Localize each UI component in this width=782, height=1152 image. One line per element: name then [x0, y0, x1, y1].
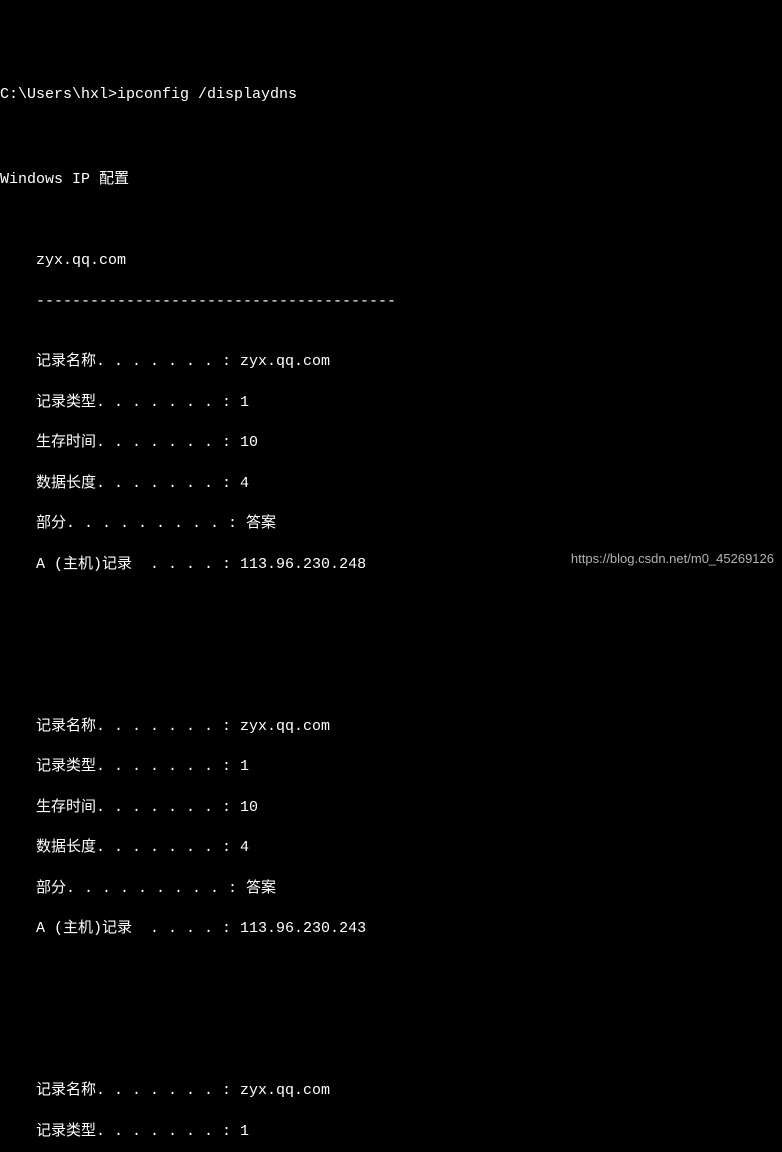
label-record-name: 记录名称. . . . . . . : — [36, 1082, 231, 1099]
dns-record-row: A (主机)记录 . . . . : 113.96.230.243 — [0, 919, 782, 939]
windows-ip-config-header: Windows IP 配置 — [0, 170, 782, 190]
command-prompt-line[interactable]: C:\Users\hxl>ipconfig /displaydns — [0, 85, 782, 105]
value-section: 答案 — [246, 515, 276, 532]
value-record-name: zyx.qq.com — [240, 1082, 330, 1099]
value-ttl: 10 — [240, 799, 258, 816]
label-ttl: 生存时间. . . . . . . : — [36, 434, 231, 451]
dns-hostname: zyx.qq.com — [0, 251, 782, 271]
label-data-len: 数据长度. . . . . . . : — [36, 839, 231, 856]
value-section: 答案 — [246, 880, 276, 897]
dns-record-row: 记录名称. . . . . . . : zyx.qq.com — [0, 352, 782, 372]
value-record-type: 1 — [240, 394, 249, 411]
label-ttl: 生存时间. . . . . . . : — [36, 799, 231, 816]
dns-record-row: 生存时间. . . . . . . : 10 — [0, 433, 782, 453]
value-record-type: 1 — [240, 758, 249, 775]
label-a-record: A (主机)记录 . . . . : — [36, 920, 231, 937]
blank-line — [0, 1021, 782, 1041]
label-section: 部分. . . . . . . . . : — [36, 880, 237, 897]
dns-record-row: 记录类型. . . . . . . : 1 — [0, 393, 782, 413]
value-record-type: 1 — [240, 1123, 249, 1140]
value-a-record: 113.96.230.243 — [240, 920, 366, 937]
dns-record-row: 部分. . . . . . . . . : 答案 — [0, 879, 782, 899]
dns-record-row: 记录类型. . . . . . . : 1 — [0, 1122, 782, 1142]
dns-record-row: 数据长度. . . . . . . : 4 — [0, 474, 782, 494]
dns-record-row: 记录名称. . . . . . . : zyx.qq.com — [0, 1081, 782, 1101]
watermark-text: https://blog.csdn.net/m0_45269126 — [571, 550, 774, 568]
dns-record-row: 数据长度. . . . . . . : 4 — [0, 838, 782, 858]
blank-line — [0, 126, 782, 146]
blank-line — [0, 616, 782, 636]
value-record-name: zyx.qq.com — [240, 353, 330, 370]
value-data-len: 4 — [240, 839, 249, 856]
dns-record-row: 生存时间. . . . . . . : 10 — [0, 798, 782, 818]
dns-record-row: 记录类型. . . . . . . : 1 — [0, 757, 782, 777]
value-data-len: 4 — [240, 475, 249, 492]
blank-line — [0, 656, 782, 676]
separator-line: ---------------------------------------- — [0, 292, 782, 312]
label-record-type: 记录类型. . . . . . . : — [36, 394, 231, 411]
dns-record-row: 记录名称. . . . . . . : zyx.qq.com — [0, 717, 782, 737]
label-section: 部分. . . . . . . . . : — [36, 515, 237, 532]
blank-line — [0, 980, 782, 1000]
blank-line — [0, 211, 782, 231]
value-ttl: 10 — [240, 434, 258, 451]
label-record-type: 记录类型. . . . . . . : — [36, 758, 231, 775]
label-record-name: 记录名称. . . . . . . : — [36, 353, 231, 370]
label-data-len: 数据长度. . . . . . . : — [36, 475, 231, 492]
label-record-name: 记录名称. . . . . . . : — [36, 718, 231, 735]
value-a-record: 113.96.230.248 — [240, 556, 366, 573]
label-record-type: 记录类型. . . . . . . : — [36, 1123, 231, 1140]
value-record-name: zyx.qq.com — [240, 718, 330, 735]
dns-record-row: 部分. . . . . . . . . : 答案 — [0, 514, 782, 534]
label-a-record: A (主机)记录 . . . . : — [36, 556, 231, 573]
